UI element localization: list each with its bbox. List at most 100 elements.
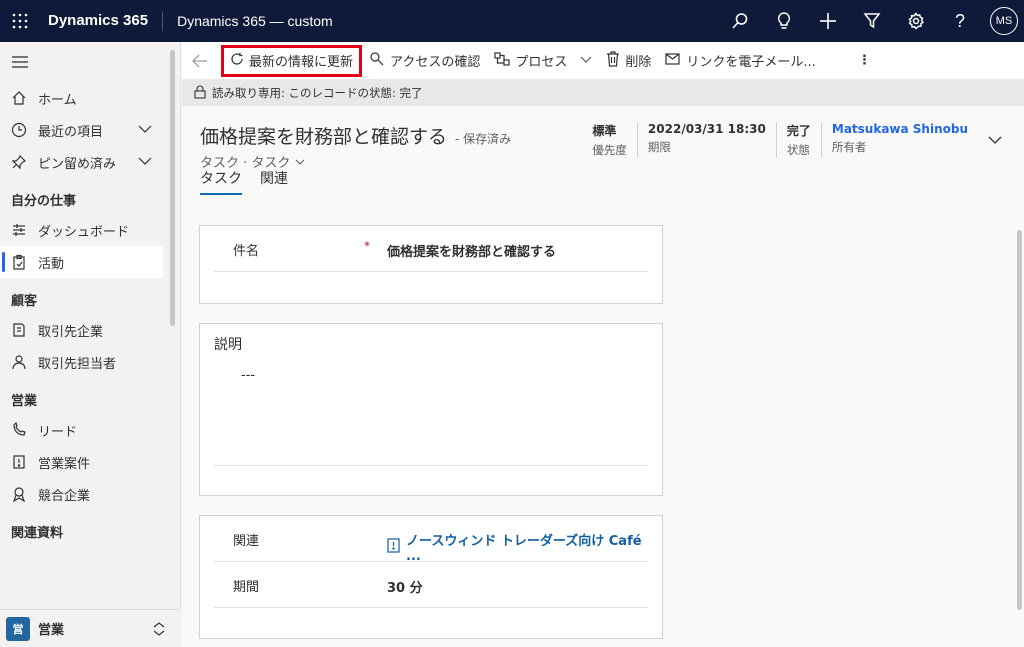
chevron-down-icon[interactable] [295,156,305,171]
more-commands-icon[interactable]: ⋮ [851,46,878,76]
refresh-button[interactable]: 最新の情報に更新 [221,44,363,77]
sidebar-section-title: 営業 [11,394,38,409]
description-value[interactable]: --- [241,368,255,383]
sidebar-item-leads[interactable]: リード [0,414,180,446]
chevron-down-icon[interactable] [138,154,152,172]
owner-label: 所有者 [831,140,867,154]
regarding-link[interactable]: ノースウィンド トレーダーズ向け Café ... [406,530,648,564]
sidebar-section-title: 関連資料 [11,526,64,541]
delete-button[interactable]: 削除 [599,46,658,76]
lightbulb-icon[interactable] [762,0,806,42]
sidebar-item-label: 営業案件 [38,456,91,472]
header-field-priority: 標準 優先度 [582,122,637,158]
sidebar-item-competitors[interactable]: 競合企業 [0,478,180,510]
competitor-icon [10,485,28,503]
readonly-text: 読み取り専用: このレコードの状態: 完了 [212,86,423,100]
required-marker: * [364,239,370,253]
sidebar-item-label: ピン留め済み [38,156,117,172]
sidebar-item-dashboard[interactable]: ダッシュボード [0,214,180,246]
sidebar-item-activities[interactable]: 活動 [0,246,163,278]
sidebar-item-label: 活動 [38,256,65,272]
record-header: 価格提案を財務部と確認する - 保存済み タスク · タスク 標準 優先度 20… [182,106,1024,171]
sidebar-item-label: リード [38,424,78,440]
home-icon [10,89,28,107]
priority-label: 優先度 [592,143,627,157]
lock-icon [194,85,206,102]
expand-header-icon[interactable] [988,130,1002,149]
subject-row: 件名 * 価格提案を財務部と確認する [214,226,648,272]
clipboard-icon [10,253,28,271]
description-title: 説明 [214,337,242,353]
priority-value: 標準 [592,124,617,138]
chevron-updown-icon [152,621,166,641]
sidebar-item-recent[interactable]: 最近の項目 [0,114,180,146]
pin-icon [10,153,28,171]
plus-icon[interactable] [806,0,850,42]
check-access-label: アクセスの確認 [390,55,481,70]
delete-label: 削除 [625,55,652,70]
key-search-icon [369,51,385,71]
brand-title[interactable]: Dynamics 365 [40,11,164,31]
person-icon [10,353,28,371]
sidebar-item-opportunities[interactable]: 営業案件 [0,446,180,478]
process-button[interactable]: プロセス [487,46,599,76]
back-arrow-icon[interactable] [182,54,218,68]
form-tabs: タスク 関連 [182,168,1024,195]
main-scrollbar[interactable] [1017,230,1022,610]
dashboard-icon [10,221,28,239]
divider [214,465,648,466]
search-icon[interactable] [718,0,762,42]
top-bar: Dynamics 365 Dynamics 365 — custom ? MS [0,0,1024,42]
refresh-icon [230,52,244,70]
entity-selector[interactable]: タスク · タスク [200,156,290,171]
duration-value[interactable]: 30 分 [387,577,423,596]
filter-icon[interactable] [850,0,894,42]
header-field-status: 完了 状態 [775,122,821,158]
save-status: - 保存済み [455,132,512,146]
area-label: 営業 [38,623,65,638]
command-bar: 最新の情報に更新 アクセスの確認 プロセス 削除 リンクを電子メール... ⋮ [182,42,1024,80]
sidebar-item-label: 競合企業 [38,488,91,504]
tab-task[interactable]: タスク [200,168,242,195]
duration-row: 期間 30 分 [214,562,648,608]
main-content: 最新の情報に更新 アクセスの確認 プロセス 削除 リンクを電子メール... ⋮ … [182,42,1024,647]
help-icon[interactable]: ? [938,0,982,42]
avatar[interactable]: MS [990,7,1018,35]
sidebar-item-label: ダッシュボード [38,224,130,240]
sidebar-item-accounts[interactable]: 取引先企業 [0,314,180,346]
check-access-button[interactable]: アクセスの確認 [362,46,487,76]
owner-link[interactable]: Matsukawa Shinobu [832,122,968,136]
chevron-down-icon [580,53,592,69]
trash-icon [606,50,620,71]
sidebar-section-title: 顧客 [11,294,38,309]
email-link-button[interactable]: リンクを電子メール... [658,46,822,76]
area-switcher[interactable]: 営 営業 [0,609,181,647]
sidebar-section-title: 自分の仕事 [11,194,77,209]
sidebar-item-pinned[interactable]: ピン留め済み [0,146,180,178]
regarding-row: 関連 ノースウィンド トレーダーズ向け Café ... [214,516,648,564]
header-fields: 標準 優先度 2022/03/31 18:30 期限 完了 状態 Matsuka… [582,122,1024,158]
app-launcher-icon[interactable] [0,0,40,42]
subject-value[interactable]: 価格提案を財務部と確認する [387,241,556,260]
clock-icon [10,121,28,139]
refresh-label: 最新の情報に更新 [249,55,354,70]
app-name[interactable]: Dynamics 365 — custom [163,13,333,29]
status-label: 状態 [786,143,810,157]
due-value: 2022/03/31 18:30 [647,122,766,136]
opportunity-icon [10,453,28,471]
sidebar-item-label: 最近の項目 [38,124,104,140]
status-value: 完了 [786,124,811,138]
tab-related[interactable]: 関連 [260,168,288,195]
sidebar-item-label: 取引先企業 [38,324,104,340]
subject-section: 件名 * 価格提案を財務部と確認する [199,225,663,304]
process-label: プロセス [515,55,568,70]
sidebar-item-home[interactable]: ホーム [0,82,180,114]
email-link-icon [665,52,681,70]
hamburger-menu-icon[interactable] [0,42,180,82]
phone-person-icon [10,421,28,439]
readonly-banner: 読み取り専用: このレコードの状態: 完了 [182,80,1024,106]
sidebar-item-contacts[interactable]: 取引先担当者 [0,346,180,378]
due-label: 期限 [647,140,671,154]
chevron-down-icon[interactable] [138,122,152,140]
gear-icon[interactable] [894,0,938,42]
